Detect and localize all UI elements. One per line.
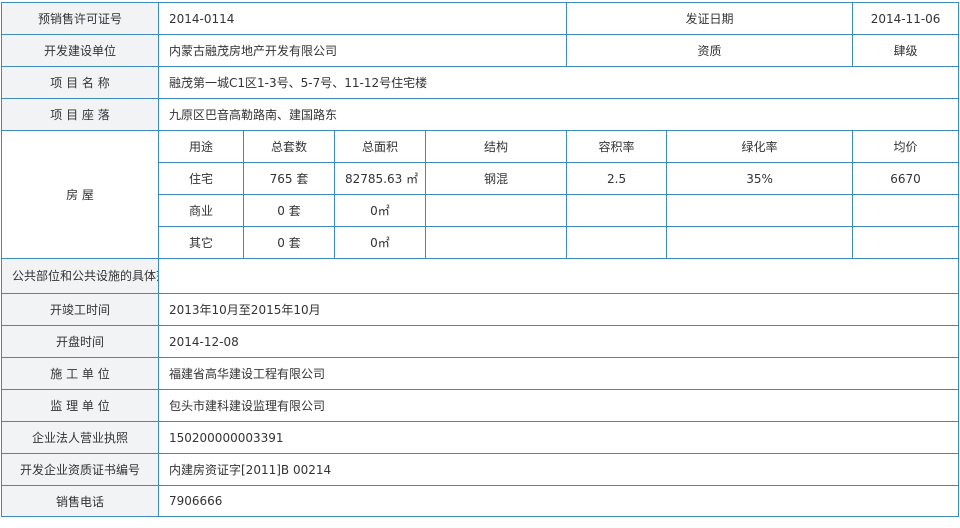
project-name-value: 融茂第一城C1区1-3号、5-7号、11-12号住宅楼: [157, 66, 960, 99]
housing-cell: 6670: [852, 162, 960, 195]
row-developer: 开发建设单位 内蒙古融茂房地产开发有限公司 资质 肆级: [1, 34, 960, 67]
row-public-scope: 公共部位和公共设施的具体范围: [1, 258, 960, 294]
contractor-label: 施 工 单 位: [1, 357, 159, 390]
opening-time-label: 开盘时间: [1, 325, 159, 358]
housing-cell: [666, 194, 854, 227]
issue-date-value: 2014-11-06: [852, 2, 960, 35]
opening-time-value: 2014-12-08: [157, 325, 960, 358]
qualification-label: 资质: [566, 34, 854, 67]
housing-cell: 0㎡: [334, 226, 426, 259]
supervisor-label: 监 理 单 位: [1, 389, 159, 422]
row-qual-cert: 开发企业资质证书编号 内建房资证字[2011]B 00214: [1, 453, 960, 486]
phone-label: 销售电话: [1, 485, 159, 517]
qual-cert-value: 内建房资证字[2011]B 00214: [157, 453, 960, 486]
project-location-label: 项 目 座 落: [1, 98, 159, 131]
row-license: 企业法人营业执照 150200000003391: [1, 421, 960, 454]
housing-cell: [424, 194, 568, 227]
license-label: 企业法人营业执照: [1, 421, 159, 454]
project-name-label: 项 目 名 称: [1, 66, 159, 99]
qualification-value: 肆级: [852, 34, 960, 67]
row-phone: 销售电话 7906666: [1, 485, 960, 517]
row-supervisor: 监 理 单 位 包头市建科建设监理有限公司: [1, 389, 960, 422]
housing-cell: 0 套: [243, 194, 335, 227]
housing-header-cell: 容积率: [566, 130, 668, 163]
housing-header-cell: 绿化率: [666, 130, 854, 163]
presale-info-table: 预销售许可证号 2014-0114 发证日期 2014-11-06 开发建设单位…: [1, 2, 960, 517]
housing-cell: [566, 226, 668, 259]
row-opening-time: 开盘时间 2014-12-08: [1, 325, 960, 358]
row-construction-time: 开竣工时间 2013年10月至2015年10月: [1, 293, 960, 326]
contractor-value: 福建省高华建设工程有限公司: [157, 357, 960, 390]
housing-header-cell: 总套数: [243, 130, 335, 163]
housing-cell: 住宅: [158, 162, 244, 195]
housing-header-cell: 结构: [424, 130, 568, 163]
developer-label: 开发建设单位: [1, 34, 159, 67]
housing-cell: [666, 226, 854, 259]
public-scope-label: 公共部位和公共设施的具体范围: [1, 258, 159, 294]
row-project-name: 项 目 名 称 融茂第一城C1区1-3号、5-7号、11-12号住宅楼: [1, 66, 960, 99]
issue-date-label: 发证日期: [566, 2, 854, 35]
housing-cell: 35%: [666, 162, 854, 195]
housing-cell: 82785.63 ㎡: [334, 162, 426, 195]
row-permit: 预销售许可证号 2014-0114 发证日期 2014-11-06: [1, 2, 960, 35]
construction-time-value: 2013年10月至2015年10月: [157, 293, 960, 326]
housing-cell: 0㎡: [334, 194, 426, 227]
row-contractor: 施 工 单 位 福建省高华建设工程有限公司: [1, 357, 960, 390]
permit-value: 2014-0114: [157, 2, 568, 35]
housing-cell: [566, 194, 668, 227]
housing-cell: 0 套: [243, 226, 335, 259]
row-project-location: 项 目 座 落 九原区巴音高勒路南、建国路东: [1, 98, 960, 131]
supervisor-value: 包头市建科建设监理有限公司: [157, 389, 960, 422]
housing-cell: [852, 194, 960, 227]
housing-cell: 765 套: [243, 162, 335, 195]
permit-label: 预销售许可证号: [1, 2, 159, 35]
housing-cell: 2.5: [566, 162, 668, 195]
phone-value: 7906666: [157, 485, 960, 517]
housing-header-cell: 总面积: [334, 130, 426, 163]
housing-cell: 钢混: [424, 162, 568, 195]
housing-label: 房 屋: [1, 130, 159, 259]
construction-time-label: 开竣工时间: [1, 293, 159, 326]
developer-value: 内蒙古融茂房地产开发有限公司: [157, 34, 568, 67]
qual-cert-label: 开发企业资质证书编号: [1, 453, 159, 486]
housing-cell: [424, 226, 568, 259]
project-location-value: 九原区巴音高勒路南、建国路东: [157, 98, 960, 131]
housing-header-cell: 均价: [852, 130, 960, 163]
housing-cell: 商业: [158, 194, 244, 227]
housing-header-cell: 用途: [158, 130, 244, 163]
housing-cell: 其它: [158, 226, 244, 259]
public-scope-value: [157, 258, 960, 294]
housing-cell: [852, 226, 960, 259]
housing-header-row: 房 屋 用途 总套数 总面积 结构 容积率 绿化率 均价: [1, 130, 960, 259]
license-value: 150200000003391: [157, 421, 960, 454]
